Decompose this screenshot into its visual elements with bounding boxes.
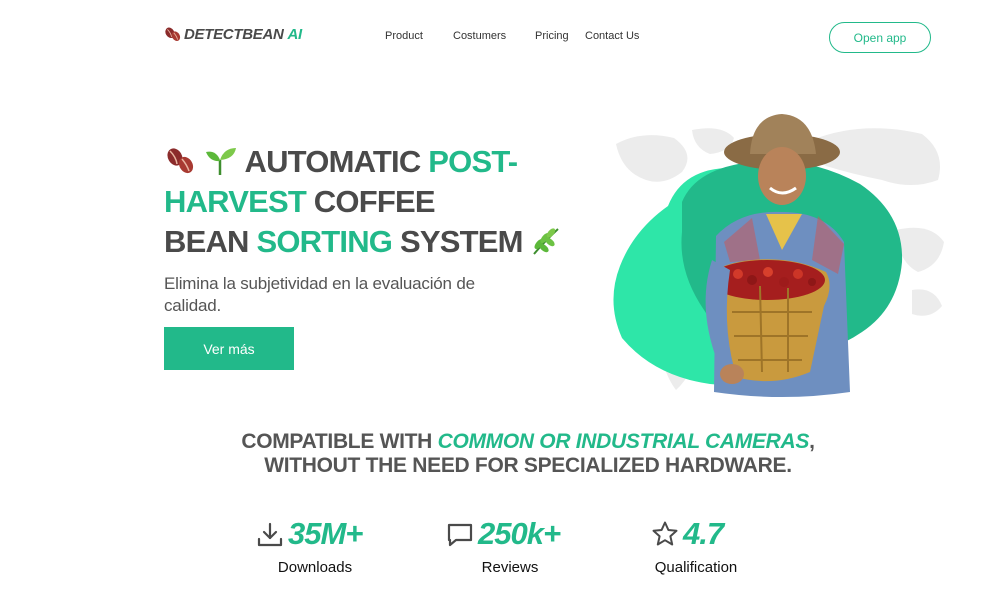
stat-value: 35M+ xyxy=(288,516,363,551)
farmer-figure xyxy=(705,114,850,397)
compatibility-statement: COMPATIBLE WITH COMMON OR INDUSTRIAL CAM… xyxy=(230,430,826,477)
brand-name: DETECTBEAN AI xyxy=(184,26,302,43)
nav-product[interactable]: Product xyxy=(385,30,423,42)
title-word-bean: BEAN xyxy=(164,224,249,259)
herb-emoji-icon xyxy=(533,228,560,255)
nav-pricing[interactable]: Pricing xyxy=(535,30,569,42)
star-icon xyxy=(652,521,678,546)
title-word-automatic: AUTOMATIC xyxy=(244,144,422,179)
title-word-sorting: SORTING xyxy=(256,224,393,259)
coffee-bean-logo-icon xyxy=(165,27,181,42)
ver-mas-button[interactable]: Ver más xyxy=(164,327,294,370)
stat-reviews: 250k+ Reviews xyxy=(446,516,561,576)
hero-subtitle: Elimina la subjetividad en la evaluación… xyxy=(164,274,475,315)
brand-suffix: AI xyxy=(287,26,303,43)
brand-logo[interactable]: DETECTBEAN AI xyxy=(164,26,302,43)
stat-label: Qualification xyxy=(654,559,738,576)
stat-qualification: 4.7 Qualification xyxy=(651,516,737,576)
chat-icon xyxy=(447,523,473,547)
seedling-emoji-icon xyxy=(205,148,236,175)
hero-illustration xyxy=(613,114,944,397)
compat-lead: COMPATIBLE WITH xyxy=(241,430,433,453)
download-icon xyxy=(257,522,283,547)
title-word-system: SYSTEM xyxy=(399,224,523,259)
coffee-beans-emoji-icon xyxy=(167,148,194,174)
stat-value: 4.7 xyxy=(683,516,724,551)
hero-title: AUTOMATIC POST- HARVEST COFFEE BEAN SORT… xyxy=(164,142,604,262)
stat-label: Downloads xyxy=(277,559,353,576)
title-word-post: POST- xyxy=(428,144,518,179)
compat-highlight: COMMON OR INDUSTRIAL CAMERAS xyxy=(437,430,810,453)
stat-value: 250k+ xyxy=(478,516,561,551)
stat-label: Reviews xyxy=(481,559,539,576)
nav-contact-us[interactable]: Contact Us xyxy=(585,30,639,42)
nav-costumers[interactable]: Costumers xyxy=(453,30,506,42)
open-app-button[interactable]: Open app xyxy=(829,22,931,53)
stat-downloads: 35M+ Downloads xyxy=(256,516,363,576)
title-word-harvest: HARVEST xyxy=(164,184,307,219)
title-word-coffee: COFFEE xyxy=(313,184,436,219)
